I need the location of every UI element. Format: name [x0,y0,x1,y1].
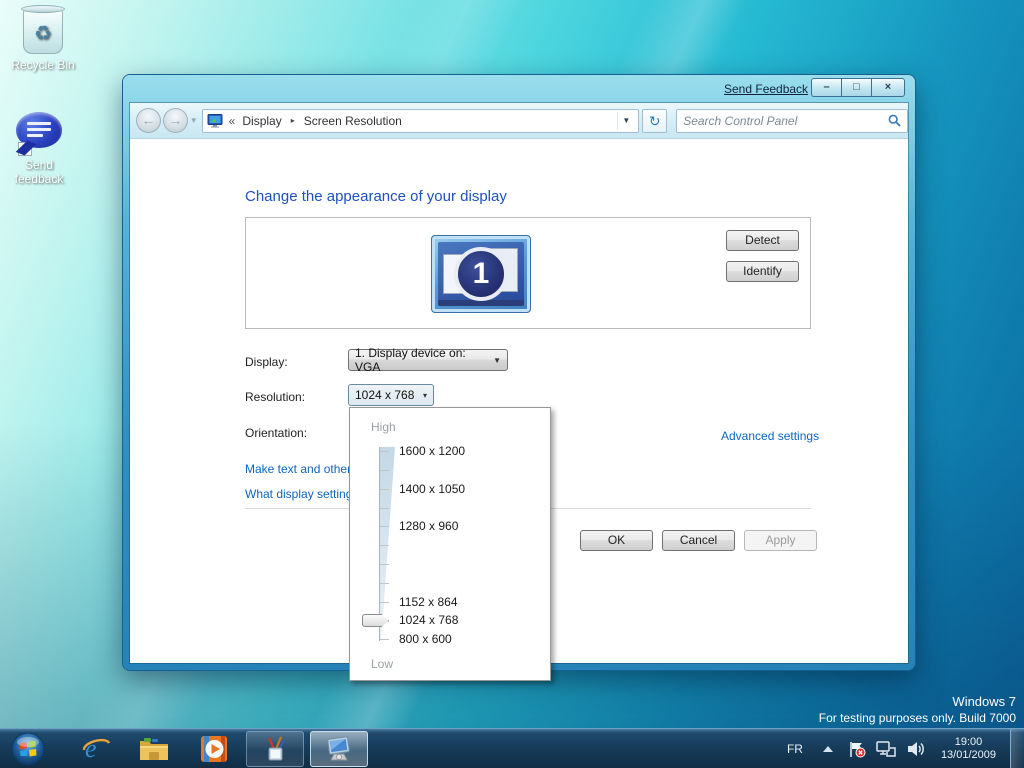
search-box[interactable] [676,108,908,133]
shortcut-arrow-icon: ↗ [18,142,32,156]
ok-button[interactable]: OK [580,530,653,551]
show-desktop-button[interactable] [1010,728,1024,768]
resolution-option[interactable]: 1152 x 864 [399,595,458,609]
send-feedback-label-2: feedback [14,172,64,186]
folder-icon [140,738,168,760]
desktop-icon-send-feedback[interactable]: ↗ Send feedback [0,112,82,186]
action-center-icon[interactable] [848,740,866,758]
resolution-combobox[interactable]: 1024 x 768 ▾ [348,384,434,406]
advanced-settings-link[interactable]: Advanced settings [721,429,819,443]
network-icon[interactable] [876,740,896,758]
display-label: Display: [245,355,288,369]
minimize-button[interactable]: – [811,78,841,97]
watermark-line2: For testing purposes only. Build 7000 [818,711,1016,725]
clock-time: 19:00 [954,735,983,748]
language-indicator[interactable]: FR [777,742,813,756]
display-settings-icon [327,736,350,761]
display-icon [207,113,223,127]
resolution-value: 1024 x 768 [355,388,415,402]
monitor-preview-icon[interactable]: 1 [431,235,531,313]
build-watermark: Windows 7 For testing purposes only. Bui… [819,693,1016,727]
resolution-option-selected[interactable]: 1024 x 768 [399,613,458,627]
cancel-button[interactable]: Cancel [662,530,735,551]
recycle-bin-icon: ♻ [21,5,65,54]
client-area: Change the appearance of your display 1 … [130,140,908,681]
desktop-icon-recycle-bin[interactable]: ♻ Recycle Bin [0,5,86,72]
breadcrumb-display[interactable]: Display [240,112,283,130]
send-feedback-icon: ↗ [16,112,62,156]
display-value: 1. Display device on: VGA [355,346,466,374]
history-dropdown-icon[interactable]: ▼ [190,116,198,125]
navigation-bar: ← → ▼ « Display ▸ Screen Resolution ▼ ↻ [130,103,908,139]
close-button[interactable]: × [871,78,905,97]
apply-button[interactable]: Apply [744,530,817,551]
breadcrumb-separator-icon[interactable]: ▸ [291,116,295,125]
clock[interactable]: 19:00 13/01/2009 [931,736,1006,762]
orientation-label: Orientation: [245,426,308,440]
display-help-link[interactable]: What display setting [245,487,352,501]
taskbar-item-internet-explorer[interactable]: e [76,731,116,767]
breadcrumb-screen-resolution[interactable]: Screen Resolution [302,112,404,130]
slider-low-label: Low [371,657,394,671]
send-feedback-link[interactable]: Send Feedback [724,82,808,96]
windows-logo-icon [11,732,45,766]
chevron-down-icon: ▾ [422,390,427,400]
monitor-number: 1 [454,247,508,301]
resolution-label: Resolution: [245,390,306,404]
address-dropdown-icon[interactable]: ▼ [617,111,634,130]
volume-icon[interactable] [906,740,926,758]
desktop: { "desktop": { "icons": { "recycle_bin":… [0,0,1024,768]
watermark-line1: Windows 7 [952,694,1016,709]
media-player-icon [201,736,227,762]
chevron-down-icon: ▼ [493,355,501,365]
search-input[interactable] [683,113,888,128]
show-hidden-icons-button[interactable] [822,745,833,752]
address-bar[interactable]: « Display ▸ Screen Resolution ▼ [201,108,640,133]
slider-high-label: High [371,420,396,434]
taskbar: e FR 19:00 13/01/2009 [0,728,1024,768]
taskbar-item-screen-resolution[interactable] [310,731,368,767]
resolution-flyout: High 1600 x 1200 1400 x 1050 1280 x 960 … [349,407,551,681]
search-icon[interactable] [888,114,901,127]
screen-resolution-window: Send Feedback – □ × ← → ▼ « Display ▸ Sc… [123,75,915,681]
resolution-option[interactable]: 1400 x 1050 [399,482,465,496]
maximize-button[interactable]: □ [841,78,871,97]
resolution-option[interactable]: 800 x 600 [399,632,452,646]
svg-text:e: e [85,734,97,763]
resolution-option[interactable]: 1280 x 960 [399,519,458,533]
start-button[interactable] [8,731,48,767]
paint-icon [267,736,285,761]
text-size-link[interactable]: Make text and other [245,462,351,476]
forward-button[interactable]: → [162,108,188,133]
titlebar[interactable]: Send Feedback – □ × [123,75,915,103]
back-button[interactable]: ← [136,108,161,133]
taskbar-item-media-player[interactable] [194,731,234,767]
taskbar-item-paint[interactable] [246,731,304,767]
page-title: Change the appearance of your display [245,188,507,205]
resolution-option[interactable]: 1600 x 1200 [399,444,465,458]
taskbar-item-explorer[interactable] [134,731,174,767]
recycle-bin-label: Recycle Bin [11,58,75,72]
display-combobox[interactable]: 1. Display device on: VGA ▼ [348,346,508,374]
detect-button[interactable]: Detect [726,230,799,251]
clock-date: 13/01/2009 [940,748,996,761]
identify-button[interactable]: Identify [726,261,799,282]
monitor-preview-panel: 1 Detect Identify [245,217,811,329]
send-feedback-label-1: Send [24,158,54,172]
slider-track[interactable] [380,447,395,641]
system-tray: FR 19:00 13/01/2009 [777,728,1024,768]
slider-thumb[interactable] [362,614,389,627]
refresh-button[interactable]: ↻ [642,108,668,133]
breadcrumb-chevrons[interactable]: « [229,114,236,128]
internet-explorer-icon: e [82,734,111,763]
